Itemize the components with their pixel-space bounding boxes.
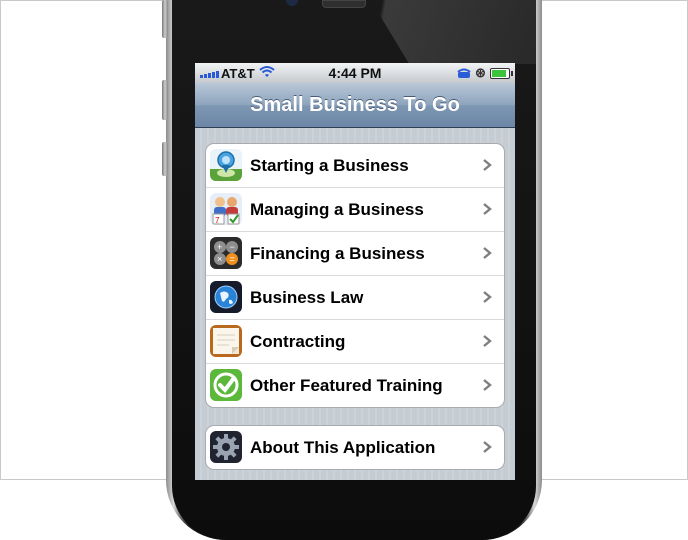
checkmark-icon — [210, 369, 242, 401]
battery-level — [492, 70, 506, 77]
menu-item-label: Other Featured Training — [250, 376, 443, 395]
map-pin-icon — [210, 149, 242, 181]
earpiece-speaker — [322, 0, 366, 8]
menu-item-contracting[interactable]: Contracting — [206, 319, 504, 363]
menu-item-label: About This Application — [250, 438, 436, 457]
globe-icon — [210, 281, 242, 313]
bluetooth-icon: ⊛ — [475, 65, 486, 80]
menu-item-label: Financing a Business — [250, 244, 425, 263]
svg-text:×: × — [217, 254, 222, 264]
menu-item-starting-a-business[interactable]: Starting a Business — [206, 144, 504, 187]
menu-item-other-featured-training[interactable]: Other Featured Training — [206, 363, 504, 407]
chevron-right-icon — [483, 335, 492, 347]
main-menu-group: Starting a Business 7 Managing a Busines… — [205, 143, 505, 408]
chevron-right-icon — [483, 379, 492, 391]
app-screen: AT&T 4:44 PM ⊛ Small Business To Go Star… — [195, 63, 515, 480]
nav-title: Small Business To Go — [250, 94, 460, 116]
battery-icon — [490, 68, 513, 79]
svg-text:−: − — [230, 242, 235, 252]
menu-item-label: Starting a Business — [250, 156, 409, 175]
gear-icon — [210, 431, 242, 463]
menu-item-label: Business Law — [250, 288, 364, 307]
svg-text:+: + — [217, 242, 222, 252]
volume-up-button — [162, 80, 168, 120]
navigation-bar: Small Business To Go — [195, 83, 515, 128]
chevron-right-icon — [483, 441, 492, 453]
menu-item-label: Contracting — [250, 332, 346, 351]
volume-down-button — [162, 142, 168, 176]
menu-item-label: Managing a Business — [250, 200, 424, 219]
chevron-right-icon — [483, 159, 492, 171]
chevron-right-icon — [483, 203, 492, 215]
chevron-right-icon — [483, 247, 492, 259]
about-group: About This Application — [205, 425, 505, 470]
calculator-icon: + − × = — [210, 237, 242, 269]
menu-item-managing-a-business[interactable]: 7 Managing a Business — [206, 187, 504, 231]
notepad-icon — [210, 325, 242, 357]
chevron-right-icon — [483, 291, 492, 303]
menu-item-about-this-application[interactable]: About This Application — [206, 426, 504, 469]
tty-icon — [457, 68, 471, 78]
mute-switch — [162, 0, 168, 38]
svg-text:=: = — [230, 254, 235, 264]
menu-item-business-law[interactable]: Business Law — [206, 275, 504, 319]
people-calendar-icon: 7 — [210, 193, 242, 225]
menu-item-financing-a-business[interactable]: + − × = Financing a Business — [206, 231, 504, 275]
svg-text:7: 7 — [215, 216, 220, 225]
status-bar: AT&T 4:44 PM ⊛ — [195, 63, 515, 83]
